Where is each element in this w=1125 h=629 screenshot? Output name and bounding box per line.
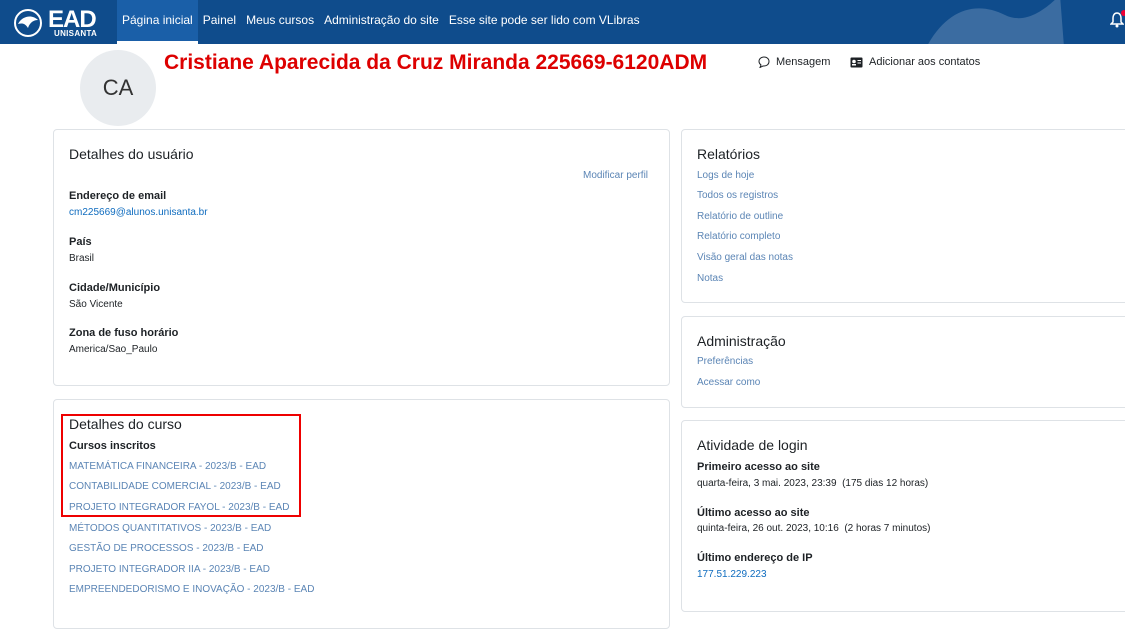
first-access-label: Primeiro acesso ao site <box>697 461 820 473</box>
reports-title: Relatórios <box>697 146 761 162</box>
site-logo[interactable]: EAD UNISANTA <box>10 6 98 40</box>
report-link[interactable]: Relatório de outline <box>697 211 783 222</box>
course-link[interactable]: EMPREENDEDORISMO E INOVAÇÃO - 2023/B - E… <box>69 584 314 595</box>
timezone-value: America/Sao_Paulo <box>69 344 158 355</box>
nav-dashboard[interactable]: Painel <box>198 0 241 44</box>
preferences-link[interactable]: Preferências <box>697 356 753 367</box>
country-label: País <box>69 236 92 248</box>
nav-my-courses[interactable]: Meus cursos <box>241 0 319 44</box>
city-label: Cidade/Município <box>69 282 161 294</box>
nav-vlibras[interactable]: Esse site pode ser lido com VLibras <box>444 0 645 44</box>
course-link[interactable]: MÉTODOS QUANTITATIVOS - 2023/B - EAD <box>69 523 271 534</box>
report-link[interactable]: Relatório completo <box>697 231 780 242</box>
last-ip-link[interactable]: 177.51.229.223 <box>697 569 767 580</box>
address-card-icon <box>850 57 863 67</box>
add-contact-label: Adicionar aos contatos <box>869 56 981 68</box>
last-access-value: quinta-feira, 26 out. 2023, 10:16 (2 hor… <box>697 523 931 534</box>
primary-navigation: Página inicial Painel Meus cursos Admini… <box>117 0 645 44</box>
nav-site-administration[interactable]: Administração do site <box>319 0 444 44</box>
login-as-link[interactable]: Acessar como <box>697 377 760 388</box>
login-activity-title: Atividade de login <box>697 437 808 453</box>
country-value: Brasil <box>69 253 95 264</box>
logo-subtext: UNISANTA <box>54 29 98 38</box>
email-value-link[interactable]: cm225669@alunos.unisanta.br <box>69 207 208 218</box>
add-contact-button[interactable]: Adicionar aos contatos <box>850 56 980 68</box>
report-link[interactable]: Todos os registros <box>697 190 778 201</box>
course-link[interactable]: PROJETO INTEGRADOR IIA - 2023/B - EAD <box>69 564 270 575</box>
speech-bubble-icon <box>758 56 770 68</box>
administration-title: Administração <box>697 333 786 349</box>
report-link[interactable]: Logs de hoje <box>697 170 754 181</box>
message-label: Mensagem <box>776 56 831 68</box>
nav-home[interactable]: Página inicial <box>117 0 198 44</box>
first-access-value: quarta-feira, 3 mai. 2023, 23:39 (175 di… <box>697 478 929 489</box>
last-access-label: Último acesso ao site <box>697 507 810 519</box>
user-full-name: Cristiane Aparecida da Cruz Miranda 2256… <box>164 51 708 74</box>
report-link[interactable]: Notas <box>697 273 723 284</box>
timezone-label: Zona de fuso horário <box>69 327 179 339</box>
email-label: Endereço de email <box>69 190 167 202</box>
message-button[interactable]: Mensagem <box>758 56 830 68</box>
edit-profile-link[interactable]: Modificar perfil <box>583 170 648 181</box>
logo-emblem-icon <box>14 9 42 37</box>
city-value: São Vicente <box>69 299 123 310</box>
course-link[interactable]: GESTÃO DE PROCESSOS - 2023/B - EAD <box>69 543 264 554</box>
last-ip-label: Último endereço de IP <box>697 552 813 564</box>
report-link[interactable]: Visão geral das notas <box>697 252 793 263</box>
top-navbar: EAD UNISANTA Página inicial Painel Meus … <box>0 0 1125 44</box>
decorative-watermark <box>928 0 1064 44</box>
user-details-title: Detalhes do usuário <box>69 146 194 162</box>
notification-badge <box>1121 10 1125 16</box>
user-avatar[interactable]: CA <box>80 50 156 126</box>
highlight-annotation-box <box>61 414 301 517</box>
